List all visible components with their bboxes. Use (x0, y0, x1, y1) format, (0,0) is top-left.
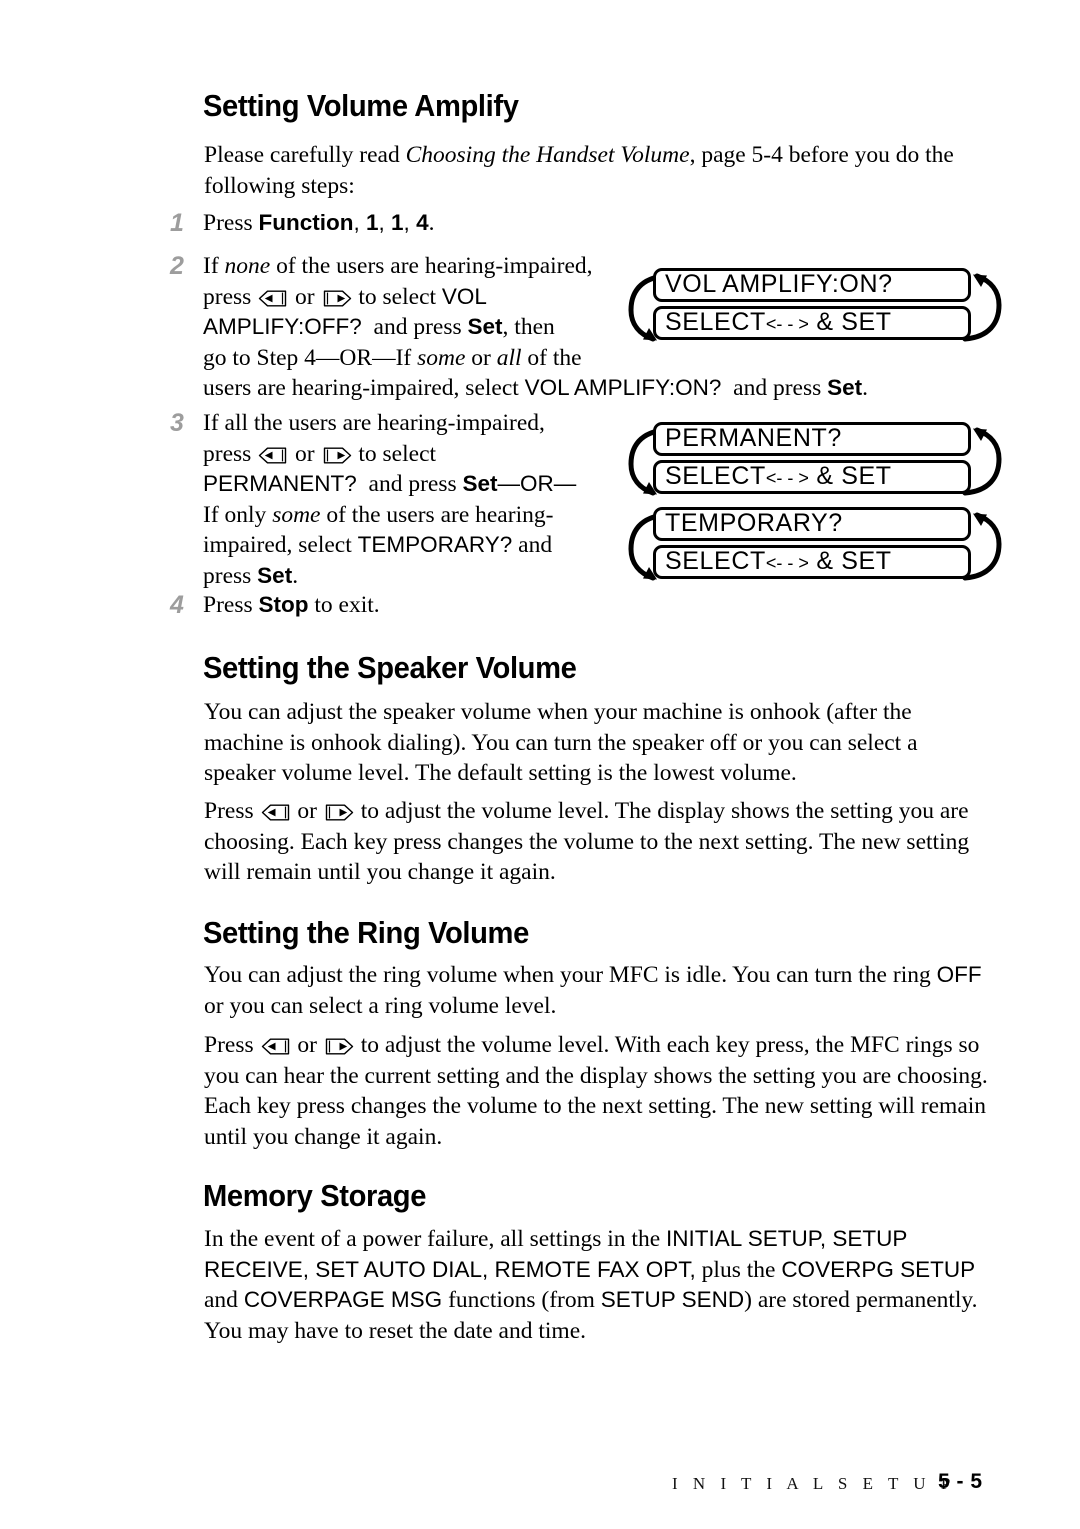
lcd-line-1-box: TEMPORARY? (653, 507, 971, 541)
left-arrow-key-icon (258, 290, 288, 307)
loop-arrow-right-icon (959, 424, 1005, 500)
left-arrow-key-icon (261, 804, 291, 821)
step-text-4: Press Stop to exit. (203, 592, 380, 618)
ring-volume-paragraph-2: Press or to adjust the volume level. Wit… (204, 1032, 988, 1150)
heading-memory-storage: Memory Storage (203, 1178, 427, 1213)
lcd-display-temporary: TEMPORARY? SELECT<- - > & SET (625, 507, 1005, 585)
heading-setting-volume-amplify: Setting Volume Amplify (203, 88, 519, 123)
speaker-volume-paragraph-1: You can adjust the speaker volume when y… (204, 699, 918, 786)
lcd-line-2-text: SELECT<- - > & SET (665, 308, 892, 336)
step-number-2: 2 (170, 252, 184, 280)
lcd-display-permanent: PERMANENT? SELECT<- - > & SET (625, 422, 1005, 500)
volume-amplify-intro: Please carefully read Choosing the Hands… (204, 142, 954, 199)
step-number-1: 1 (170, 209, 184, 237)
right-arrow-key-icon (322, 290, 352, 307)
heading-setting-the-speaker-volume: Setting the Speaker Volume (203, 650, 577, 685)
left-arrow-key-icon (261, 1038, 291, 1055)
lcd-line-1-text: TEMPORARY? (665, 509, 843, 537)
lcd-line-1-text: VOL AMPLIFY:ON? (665, 270, 893, 298)
loop-arrow-right-icon (959, 509, 1005, 585)
left-arrow-key-icon (258, 447, 288, 464)
step-text-3: If all the users are hearing-impaired, pr… (203, 410, 577, 589)
heading-setting-the-ring-volume: Setting the Ring Volume (203, 915, 529, 950)
lcd-line-2-text: SELECT<- - > & SET (665, 462, 892, 490)
document-page: Setting Volume Amplify Please carefully … (0, 0, 1080, 1529)
speaker-volume-paragraph-2: Press or to adjust the volume level. The… (204, 798, 970, 885)
lcd-line-2-box: SELECT<- - > & SET (653, 460, 971, 494)
footer-chapter-label: I N I T I A L S E T U P (672, 1474, 956, 1493)
lcd-display-vol-amplify-on: VOL AMPLIFY:ON? SELECT<- - > & SET (625, 268, 1005, 346)
lcd-line-2-text: SELECT<- - > & SET (665, 547, 892, 575)
right-arrow-key-icon (322, 447, 352, 464)
memory-storage-paragraph-1: In the event of a power failure, all set… (204, 1226, 978, 1344)
ring-volume-paragraph-1: You can adjust the ring volume when your… (204, 962, 982, 1019)
loop-arrow-right-icon (959, 270, 1005, 346)
lcd-line-1-box: VOL AMPLIFY:ON? (653, 268, 971, 302)
step-text-1: Press Function, 1, 1, 4. (203, 210, 435, 236)
right-arrow-key-icon (324, 1038, 354, 1055)
lcd-line-1-text: PERMANENT? (665, 424, 842, 452)
step-number-3: 3 (170, 409, 184, 437)
step-number-4: 4 (170, 591, 184, 619)
lcd-line-1-box: PERMANENT? (653, 422, 971, 456)
lcd-line-2-box: SELECT<- - > & SET (653, 545, 971, 579)
right-arrow-key-icon (324, 804, 354, 821)
lcd-line-2-box: SELECT<- - > & SET (653, 306, 971, 340)
footer-page-number: 5 - 5 (938, 1470, 983, 1493)
